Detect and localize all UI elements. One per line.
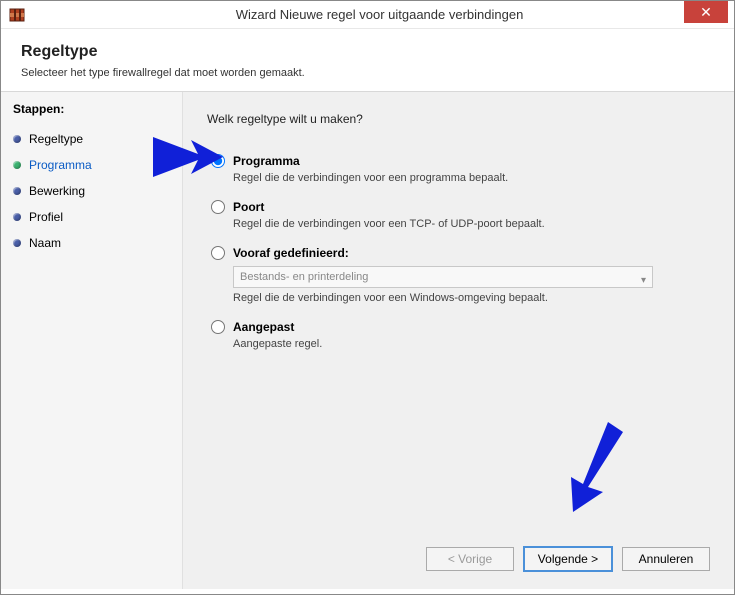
- step-label: Programma: [29, 158, 92, 172]
- question-text: Welk regeltype wilt u maken?: [207, 112, 710, 126]
- step-profiel[interactable]: Profiel: [13, 206, 170, 232]
- radio-row-poort[interactable]: Poort: [211, 200, 710, 214]
- wizard-window: Wizard Nieuwe regel voor uitgaande verbi…: [0, 0, 735, 595]
- option-title: Vooraf gedefinieerd:: [233, 246, 349, 260]
- option-aangepast: Aangepast Aangepaste regel.: [207, 320, 710, 350]
- radio-row-vooraf[interactable]: Vooraf gedefinieerd:: [211, 246, 710, 260]
- option-title: Poort: [233, 200, 264, 214]
- step-label: Bewerking: [29, 184, 85, 198]
- option-poort: Poort Regel die de verbindingen voor een…: [207, 200, 710, 230]
- body: Stappen: Regeltype Programma Bewerking P…: [1, 92, 734, 589]
- sidebar: Stappen: Regeltype Programma Bewerking P…: [1, 92, 183, 589]
- titlebar: Wizard Nieuwe regel voor uitgaande verbi…: [1, 1, 734, 29]
- step-regeltype[interactable]: Regeltype: [13, 128, 170, 154]
- radio-programma[interactable]: [211, 154, 225, 168]
- next-button[interactable]: Volgende >: [524, 547, 612, 571]
- step-label: Profiel: [29, 210, 63, 224]
- close-button[interactable]: ✕: [684, 1, 728, 23]
- predefined-select[interactable]: Bestands- en printerdeling ▾: [233, 266, 653, 288]
- bullet-icon: [13, 187, 21, 195]
- chevron-down-icon: ▾: [641, 271, 646, 291]
- bullet-icon: [13, 161, 21, 169]
- select-value: Bestands- en printerdeling: [240, 271, 368, 283]
- page-title: Regeltype: [21, 43, 714, 61]
- page-subtitle: Selecteer het type firewallregel dat moe…: [21, 67, 714, 79]
- radio-row-aangepast[interactable]: Aangepast: [211, 320, 710, 334]
- step-naam[interactable]: Naam: [13, 232, 170, 258]
- footer-buttons: < Vorige Volgende > Annuleren: [426, 547, 710, 571]
- annotation-arrow-bottom: [553, 422, 623, 512]
- radio-vooraf[interactable]: [211, 246, 225, 260]
- sidebar-title: Stappen:: [13, 102, 170, 116]
- option-desc: Regel die de verbindingen voor een progr…: [233, 172, 710, 184]
- option-programma: Programma Regel die de verbindingen voor…: [207, 154, 710, 184]
- option-title: Programma: [233, 154, 300, 168]
- option-desc: Aangepaste regel.: [233, 338, 710, 350]
- main-panel: Welk regeltype wilt u maken? Programma R…: [183, 92, 734, 589]
- back-button: < Vorige: [426, 547, 514, 571]
- step-bewerking[interactable]: Bewerking: [13, 180, 170, 206]
- firewall-icon: [9, 7, 25, 23]
- bullet-icon: [13, 135, 21, 143]
- radio-aangepast[interactable]: [211, 320, 225, 334]
- option-title: Aangepast: [233, 320, 294, 334]
- step-label: Regeltype: [29, 132, 83, 146]
- cancel-button[interactable]: Annuleren: [622, 547, 710, 571]
- step-programma[interactable]: Programma: [13, 154, 170, 180]
- bullet-icon: [13, 213, 21, 221]
- radio-poort[interactable]: [211, 200, 225, 214]
- radio-row-programma[interactable]: Programma: [211, 154, 710, 168]
- header: Regeltype Selecteer het type firewallreg…: [1, 29, 734, 92]
- option-desc: Regel die de verbindingen voor een Windo…: [233, 292, 710, 304]
- close-icon: ✕: [700, 4, 712, 21]
- option-desc: Regel die de verbindingen voor een TCP- …: [233, 218, 710, 230]
- option-vooraf: Vooraf gedefinieerd: Bestands- en printe…: [207, 246, 710, 304]
- window-title: Wizard Nieuwe regel voor uitgaande verbi…: [25, 7, 734, 22]
- bullet-icon: [13, 239, 21, 247]
- step-label: Naam: [29, 236, 61, 250]
